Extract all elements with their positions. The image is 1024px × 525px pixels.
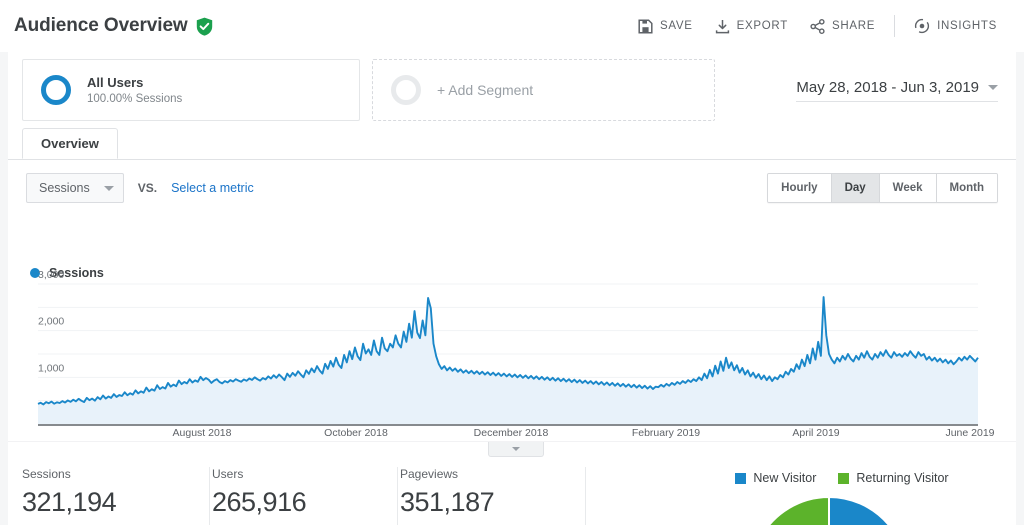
visitor-type-pie[interactable]: 17.3%	[714, 495, 944, 525]
left-gutter	[0, 52, 8, 525]
svg-text:February 2019: February 2019	[632, 427, 700, 439]
svg-text:June 2019: June 2019	[945, 427, 994, 439]
chevron-down-icon	[512, 447, 520, 451]
svg-text:August 2018: August 2018	[173, 427, 232, 439]
metric-selector-row: Sessions VS. Select a metric Hourly Day …	[8, 160, 1016, 216]
svg-text:December 2018: December 2018	[474, 427, 549, 439]
share-label: SHARE	[831, 20, 876, 32]
granularity-toggle-group: Hourly Day Week Month	[767, 173, 998, 203]
segment-name: All Users	[87, 74, 144, 90]
legend-swatch-icon	[838, 472, 850, 484]
date-range-selector[interactable]: May 28, 2018 - Jun 3, 2019	[796, 79, 998, 102]
metric-card-pageviews[interactable]: Pageviews 351,187	[398, 467, 586, 525]
legend-swatch-icon	[735, 472, 747, 484]
add-segment-label: + Add Segment	[437, 82, 534, 98]
insights-icon	[914, 18, 930, 34]
metric-value: 351,187	[400, 487, 495, 517]
export-button[interactable]: EXPORT	[704, 13, 799, 40]
page-header: Audience Overview SAVE EXPORT SHARE INSI…	[0, 0, 1024, 52]
svg-text:October 2018: October 2018	[324, 427, 388, 439]
legend-label: New Visitor	[753, 471, 817, 485]
metric-value: 265,916	[212, 487, 307, 517]
svg-text:3,000: 3,000	[38, 269, 64, 281]
svg-text:1,000: 1,000	[38, 362, 64, 374]
tab-strip: Overview	[8, 128, 1016, 160]
tab-overview[interactable]: Overview	[22, 128, 118, 159]
metric-card-sessions[interactable]: Sessions 321,194	[22, 467, 210, 525]
granularity-week[interactable]: Week	[879, 174, 937, 202]
svg-text:2,000: 2,000	[38, 316, 64, 328]
sessions-chart: Sessions 1,000 2,000 3,000 August 2018 Octob…	[8, 216, 1016, 457]
title-wrap: Audience Overview	[14, 15, 213, 37]
chart-collapse-handle[interactable]	[488, 442, 544, 457]
chart-plot[interactable]: 1,000 2,000 3,000 August 2018 October 2018 De…	[8, 216, 1016, 442]
pie-legend: New Visitor Returning Visitor	[668, 467, 1016, 485]
svg-text:April 2019: April 2019	[792, 427, 839, 439]
header-toolbar: SAVE EXPORT SHARE INSIGHTS	[627, 0, 1024, 52]
primary-metric-dropdown[interactable]: Sessions	[26, 173, 124, 203]
export-label: EXPORT	[736, 20, 788, 32]
segment-sub: 100.00% Sessions	[87, 92, 183, 105]
save-button[interactable]: SAVE	[627, 13, 704, 40]
share-button[interactable]: SHARE	[799, 13, 886, 40]
page-title: Audience Overview	[14, 15, 188, 36]
metric-value: 321,194	[22, 487, 117, 517]
visitor-type-pie-panel: New Visitor Returning Visitor 17.3%	[668, 467, 1016, 525]
add-segment-ring-icon	[391, 75, 421, 105]
shield-check-icon	[196, 17, 212, 36]
insights-label: INSIGHTS	[937, 20, 997, 32]
toolbar-divider	[894, 15, 896, 37]
pie-legend-new-visitor[interactable]: New Visitor	[735, 471, 816, 485]
metric-label: Sessions	[22, 467, 71, 481]
right-gutter	[1016, 52, 1024, 525]
vs-label: VS.	[137, 181, 158, 195]
primary-metric-label: Sessions	[39, 181, 90, 195]
content-card: All Users 100.00% Sessions + Add Segment…	[8, 52, 1016, 525]
pie-legend-returning-visitor[interactable]: Returning Visitor	[838, 471, 949, 485]
segment-all-users[interactable]: All Users 100.00% Sessions	[22, 59, 360, 121]
metric-label: Pageviews	[400, 467, 459, 481]
add-segment-button[interactable]: + Add Segment	[372, 59, 715, 121]
date-range-value: May 28, 2018 - Jun 3, 2019	[796, 78, 979, 96]
granularity-day[interactable]: Day	[831, 174, 880, 202]
save-label: SAVE	[660, 20, 693, 32]
granularity-month[interactable]: Month	[936, 174, 997, 202]
metric-summary-cards: Sessions 321,194 Users 265,916 Pageviews…	[22, 467, 662, 525]
save-icon	[638, 18, 653, 34]
chevron-down-icon	[103, 185, 114, 191]
metric-card-users[interactable]: Users 265,916	[210, 467, 398, 525]
segment-text: All Users 100.00% Sessions	[87, 74, 182, 107]
legend-label: Returning Visitor	[856, 471, 949, 485]
metric-label: Users	[212, 467, 244, 481]
export-icon	[715, 19, 729, 33]
insights-button[interactable]: INSIGHTS	[903, 12, 1008, 40]
select-metric-link[interactable]: Select a metric	[171, 181, 254, 195]
segment-bar: All Users 100.00% Sessions + Add Segment…	[8, 52, 1016, 128]
analytics-page: Audience Overview SAVE EXPORT SHARE INSI…	[0, 0, 1024, 525]
chevron-down-icon	[988, 84, 998, 90]
segment-ring-icon	[41, 75, 71, 105]
granularity-hourly[interactable]: Hourly	[768, 174, 832, 202]
share-icon	[810, 18, 825, 34]
